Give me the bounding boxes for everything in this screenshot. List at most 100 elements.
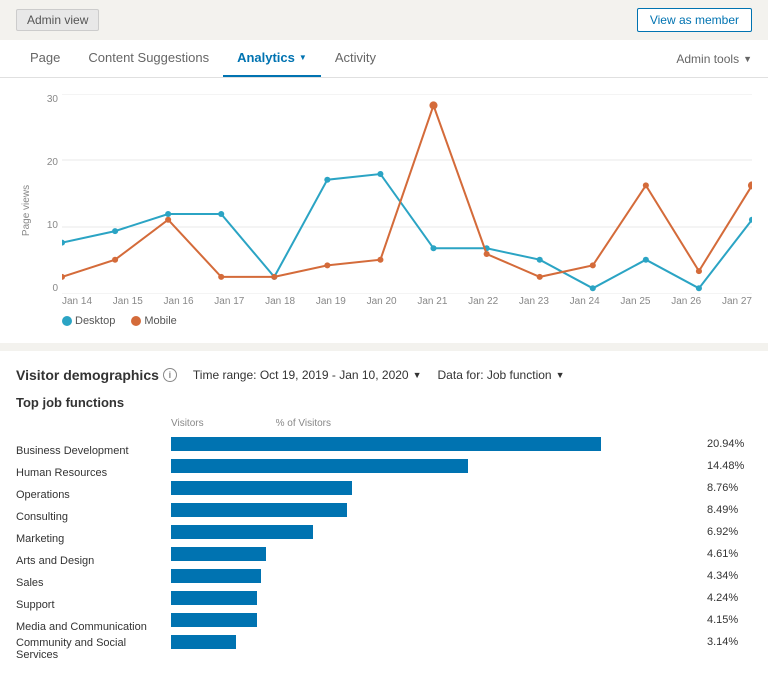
bar-fill bbox=[171, 591, 257, 605]
x-label-jan17: Jan 17 bbox=[214, 296, 244, 307]
bar-track bbox=[171, 613, 699, 627]
info-icon[interactable]: i bbox=[163, 368, 177, 382]
tab-page[interactable]: Page bbox=[16, 40, 74, 77]
bar-pct: 20.94% bbox=[707, 438, 752, 450]
y-label-10: 10 bbox=[47, 220, 58, 231]
bar-track bbox=[171, 503, 699, 517]
bar-track bbox=[171, 481, 699, 495]
data-for-button[interactable]: Data for: Job function ▼ bbox=[438, 368, 565, 382]
bar-fill bbox=[171, 459, 468, 473]
y-label-20: 20 bbox=[47, 157, 58, 168]
y-label-0: 0 bbox=[52, 283, 58, 294]
chart-legend: Desktop Mobile bbox=[62, 315, 752, 327]
x-label-jan22: Jan 22 bbox=[468, 296, 498, 307]
bar-pct: 8.49% bbox=[707, 504, 752, 516]
list-item: Support bbox=[16, 594, 171, 616]
bar-fill bbox=[171, 503, 347, 517]
x-label-jan15: Jan 15 bbox=[113, 296, 143, 307]
time-range-button[interactable]: Time range: Oct 19, 2019 - Jan 10, 2020 … bbox=[193, 368, 422, 382]
x-axis: Jan 14 Jan 15 Jan 16 Jan 17 Jan 18 Jan 1… bbox=[62, 296, 752, 307]
time-range-dropdown-icon: ▼ bbox=[413, 370, 422, 380]
data-for-dropdown-icon: ▼ bbox=[556, 370, 565, 380]
bar-row-5: 4.61% bbox=[171, 543, 752, 565]
line-chart bbox=[62, 94, 752, 294]
tab-content-suggestions[interactable]: Content Suggestions bbox=[74, 40, 223, 77]
bar-pct: 8.76% bbox=[707, 482, 752, 494]
x-label-jan25: Jan 25 bbox=[620, 296, 650, 307]
legend-mobile: Mobile bbox=[131, 315, 176, 327]
mobile-legend-label: Mobile bbox=[144, 315, 176, 327]
bar-track bbox=[171, 525, 699, 539]
y-axis-label: Page views bbox=[22, 185, 33, 236]
job-labels-column: Business Development Human Resources Ope… bbox=[16, 418, 171, 660]
demographics-header: Visitor demographics i Time range: Oct 1… bbox=[16, 367, 752, 383]
bar-pct: 4.61% bbox=[707, 548, 752, 560]
bar-fill bbox=[171, 525, 313, 539]
view-as-member-button[interactable]: View as member bbox=[637, 8, 752, 32]
list-item: Consulting bbox=[16, 506, 171, 528]
admin-tools-menu[interactable]: Admin tools ▼ bbox=[676, 42, 752, 76]
demographics-section: Visitor demographics i Time range: Oct 1… bbox=[0, 351, 768, 676]
x-label-jan16: Jan 16 bbox=[164, 296, 194, 307]
bar-track bbox=[171, 547, 699, 561]
bar-row-2: 8.76% bbox=[171, 477, 752, 499]
top-bar: Admin view View as member bbox=[0, 0, 768, 40]
bar-area: Visitors % of Visitors 20.94% 14.48% 8.7… bbox=[171, 418, 752, 660]
bar-fill bbox=[171, 547, 266, 561]
bar-fill bbox=[171, 437, 601, 451]
list-item: Community and Social Services bbox=[16, 638, 171, 660]
bar-chart: Business Development Human Resources Ope… bbox=[16, 418, 752, 660]
list-item: Operations bbox=[16, 484, 171, 506]
list-item: Business Development bbox=[16, 440, 171, 462]
bar-track bbox=[171, 591, 699, 605]
bar-rows: 20.94% 14.48% 8.76% 8.49% 6.92% 4.61% 4.… bbox=[171, 433, 752, 653]
bar-header: Visitors % of Visitors bbox=[171, 418, 752, 429]
legend-desktop: Desktop bbox=[62, 315, 115, 327]
bar-row-9: 3.14% bbox=[171, 631, 752, 653]
bar-pct: 14.48% bbox=[707, 460, 752, 472]
x-label-jan18: Jan 18 bbox=[265, 296, 295, 307]
list-item: Marketing bbox=[16, 528, 171, 550]
x-label-jan19: Jan 19 bbox=[316, 296, 346, 307]
bar-fill bbox=[171, 635, 236, 649]
bar-row-4: 6.92% bbox=[171, 521, 752, 543]
tab-activity[interactable]: Activity bbox=[321, 40, 390, 77]
analytics-dropdown-icon: ▼ bbox=[299, 53, 307, 62]
bar-pct: 6.92% bbox=[707, 526, 752, 538]
bar-pct: 4.34% bbox=[707, 570, 752, 582]
chart-section: Page views 30 20 10 0 bbox=[0, 78, 768, 343]
x-label-jan20: Jan 20 bbox=[367, 296, 397, 307]
y-label-30: 30 bbox=[47, 94, 58, 105]
list-item: Arts and Design bbox=[16, 550, 171, 572]
bar-pct: 3.14% bbox=[707, 636, 752, 648]
bar-fill bbox=[171, 481, 352, 495]
bar-fill bbox=[171, 569, 261, 583]
bar-row-1: 14.48% bbox=[171, 455, 752, 477]
pct-col-header: % of Visitors bbox=[276, 418, 331, 429]
bar-row-0: 20.94% bbox=[171, 433, 752, 455]
admin-badge: Admin view bbox=[16, 9, 99, 31]
x-label-jan27: Jan 27 bbox=[722, 296, 752, 307]
x-label-jan26: Jan 26 bbox=[671, 296, 701, 307]
visitors-col-header: Visitors bbox=[171, 418, 204, 429]
x-label-jan23: Jan 23 bbox=[519, 296, 549, 307]
desktop-legend-dot bbox=[62, 316, 72, 326]
list-item: Media and Communication bbox=[16, 616, 171, 638]
x-label-jan24: Jan 24 bbox=[570, 296, 600, 307]
admin-tools-dropdown-icon: ▼ bbox=[743, 54, 752, 64]
bar-row-8: 4.15% bbox=[171, 609, 752, 631]
bar-fill bbox=[171, 613, 257, 627]
mobile-line bbox=[62, 105, 752, 277]
x-label-jan14: Jan 14 bbox=[62, 296, 92, 307]
bar-pct: 4.24% bbox=[707, 592, 752, 604]
bar-row-7: 4.24% bbox=[171, 587, 752, 609]
nav-tabs: Page Content Suggestions Analytics ▼ Act… bbox=[0, 40, 768, 78]
tab-analytics[interactable]: Analytics ▼ bbox=[223, 40, 321, 77]
bar-track bbox=[171, 635, 699, 649]
mobile-legend-dot bbox=[131, 316, 141, 326]
bar-track bbox=[171, 569, 699, 583]
bar-row-6: 4.34% bbox=[171, 565, 752, 587]
list-item: Sales bbox=[16, 572, 171, 594]
bar-track bbox=[171, 459, 699, 473]
bar-row-3: 8.49% bbox=[171, 499, 752, 521]
